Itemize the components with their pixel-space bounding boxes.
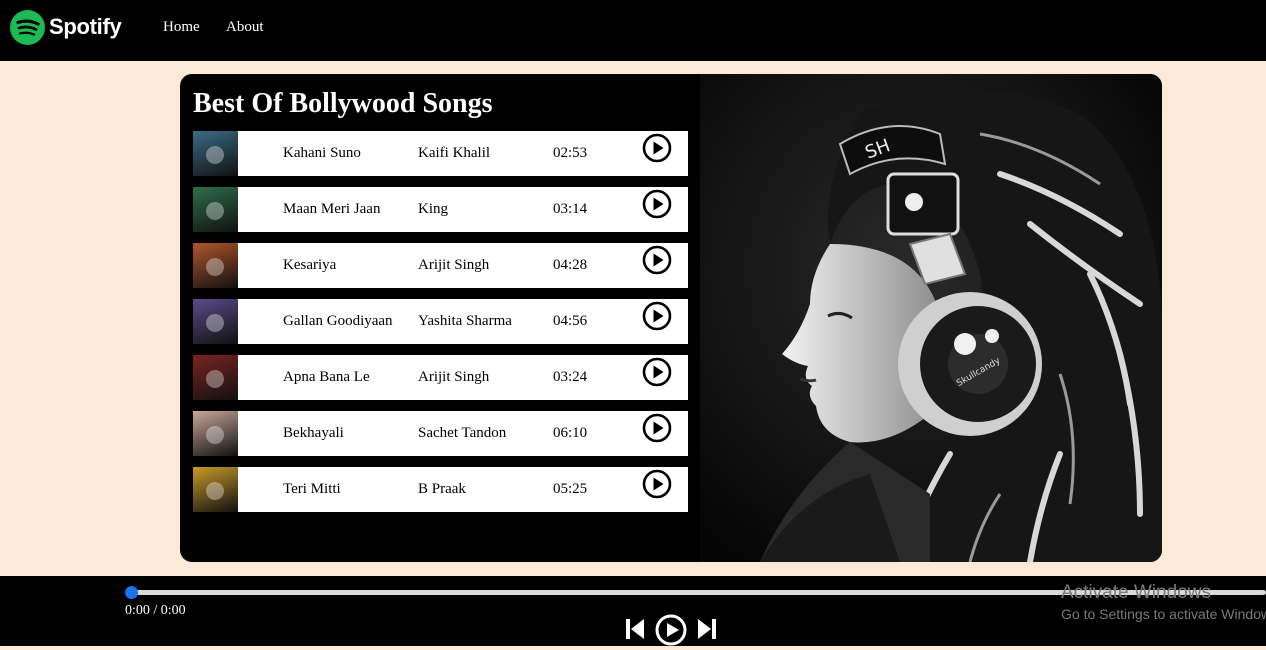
progress-slider-thumb[interactable]	[125, 586, 138, 599]
spotify-logo[interactable]: Spotify	[10, 9, 122, 45]
next-track-icon[interactable]	[697, 618, 717, 644]
play-circle-icon[interactable]	[642, 469, 672, 499]
song-artist: Kaifi Khalil	[418, 145, 491, 161]
navbar: Spotify Home About	[0, 0, 1266, 61]
song-name: Bekhayali	[283, 425, 344, 441]
spotify-icon	[10, 9, 45, 45]
song-name: Maan Meri Jaan	[283, 201, 381, 217]
activate-windows-subtitle: Go to Settings to activate Windows.	[1061, 606, 1266, 622]
song-name: Teri Mitti	[283, 481, 341, 497]
song-cover	[193, 467, 238, 512]
song-artist: Arijit Singh	[418, 369, 490, 385]
song-artist: B Praak	[418, 481, 466, 497]
time-display: 0:00 / 0:00	[125, 603, 186, 618]
play-circle-icon[interactable]	[642, 133, 672, 163]
song-duration: 06:10	[553, 425, 588, 441]
song-item[interactable]: Kahani Suno Kaifi Khalil 02:53	[193, 131, 688, 176]
song-cover	[193, 187, 238, 232]
song-name: Kesariya	[283, 257, 337, 273]
song-name: Gallan Goodiyaan	[283, 313, 393, 329]
song-cover	[193, 355, 238, 400]
song-duration: 03:14	[553, 201, 588, 217]
brand-name: Spotify	[49, 14, 122, 39]
play-circle-icon[interactable]	[642, 413, 672, 443]
song-cover	[193, 131, 238, 176]
song-name: Kahani Suno	[283, 145, 361, 161]
previous-track-icon[interactable]	[625, 618, 645, 644]
song-duration: 02:53	[553, 145, 588, 161]
activate-windows-title: Activate Windows	[1061, 582, 1211, 603]
song-cover	[193, 243, 238, 288]
song-duration: 04:28	[553, 257, 588, 273]
song-duration: 03:24	[553, 369, 588, 385]
song-artist: Yashita Sharma	[418, 313, 512, 329]
song-cover	[193, 299, 238, 344]
playlist-title: Best Of Bollywood Songs	[193, 88, 493, 119]
song-item[interactable]: Teri Mitti B Praak 05:25	[193, 467, 688, 512]
playlist-container: Best Of Bollywood Songs Kahani Suno Kaif…	[180, 74, 1162, 562]
song-cover	[193, 411, 238, 456]
song-item[interactable]: Bekhayali Sachet Tandon 06:10	[193, 411, 688, 456]
play-circle-icon[interactable]	[642, 357, 672, 387]
song-item[interactable]: Maan Meri Jaan King 03:14	[193, 187, 688, 232]
nav-link-home[interactable]: Home	[163, 19, 200, 36]
song-duration: 05:25	[553, 481, 588, 497]
nav-link-about[interactable]: About	[226, 19, 264, 36]
song-item[interactable]: Kesariya Arijit Singh 04:28	[193, 243, 688, 288]
hero-headphones-image: SH Skullcandy	[700, 74, 1162, 562]
play-circle-icon[interactable]	[642, 189, 672, 219]
song-duration: 04:56	[553, 313, 588, 329]
song-item[interactable]: Apna Bana Le Arijit Singh 03:24	[193, 355, 688, 400]
song-item[interactable]: Gallan Goodiyaan Yashita Sharma 04:56	[193, 299, 688, 344]
play-circle-icon[interactable]	[642, 245, 672, 275]
song-artist: King	[418, 201, 448, 217]
play-circle-icon[interactable]	[642, 301, 672, 331]
song-list: Kahani Suno Kaifi Khalil 02:53 Maan Meri…	[193, 131, 688, 523]
song-artist: Sachet Tandon	[418, 425, 507, 441]
player-bar: 0:00 / 0:00 Activate Windows Go to Setti…	[0, 576, 1266, 646]
main-play-icon[interactable]	[655, 614, 687, 650]
song-name: Apna Bana Le	[283, 369, 370, 385]
song-artist: Arijit Singh	[418, 257, 490, 273]
